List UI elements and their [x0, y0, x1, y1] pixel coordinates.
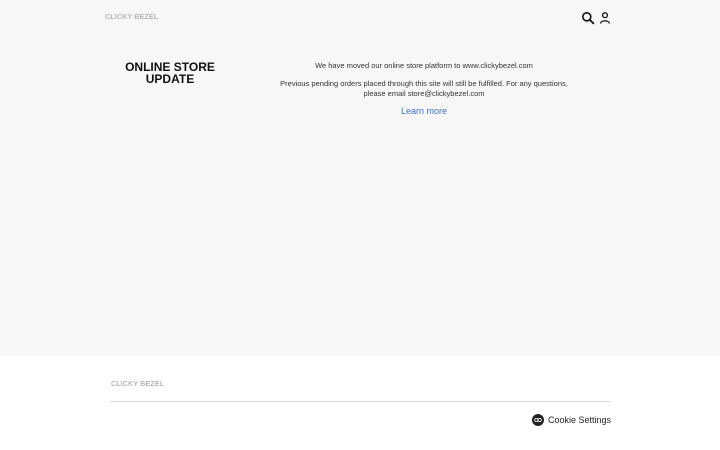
cookie-icon: [532, 414, 544, 426]
announcement-text: We have moved our online store platform …: [274, 61, 574, 116]
user-icon: [599, 12, 611, 24]
main-section: CLICKY BEZEL ONLINE STORE UPDATE We have…: [0, 0, 720, 356]
cookie-settings-label: Cookie Settings: [548, 415, 612, 425]
learn-more-link[interactable]: Learn more: [401, 106, 447, 116]
footer-divider: [110, 401, 611, 402]
footer-logo[interactable]: CLICKY BEZEL: [111, 381, 164, 388]
page-title: ONLINE STORE UPDATE: [115, 61, 225, 85]
announcement-paragraph-2-line-2: please email store@clickybezel.com: [363, 89, 485, 98]
footer: CLICKY BEZEL Cookie Settings: [0, 356, 720, 450]
announcement-paragraph-2-line-1: Previous pending orders placed through t…: [280, 79, 568, 88]
page-title-line2: UPDATE: [145, 72, 195, 86]
announcement-paragraph-1: We have moved our online store platform …: [315, 61, 533, 70]
site-logo[interactable]: CLICKY BEZEL: [105, 14, 158, 21]
search-button[interactable]: [581, 11, 595, 25]
account-button[interactable]: [598, 11, 612, 25]
cookie-settings-button[interactable]: Cookie Settings: [532, 414, 611, 426]
search-icon: [582, 12, 595, 25]
